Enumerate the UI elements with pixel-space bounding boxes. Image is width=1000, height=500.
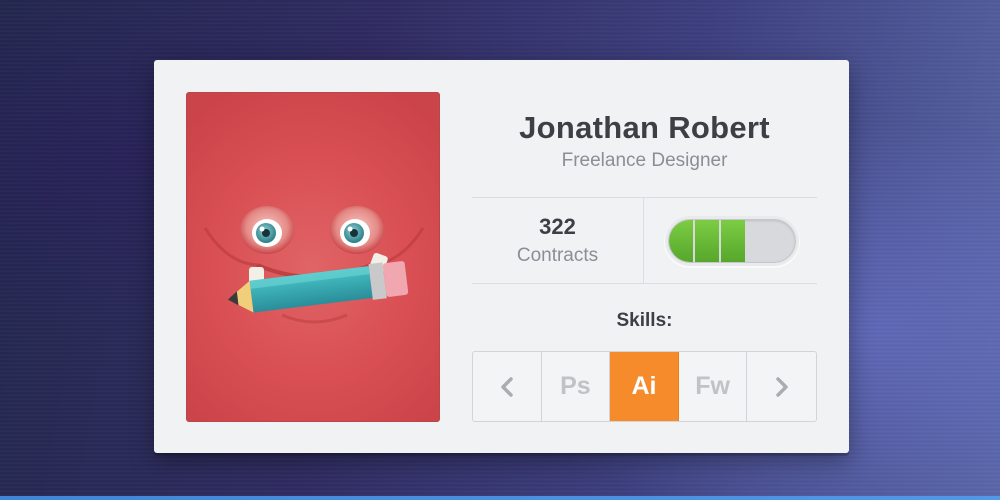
level-segment [694, 220, 721, 262]
skill-ai[interactable]: Ai [610, 352, 679, 421]
contracts-label: Contracts [516, 245, 599, 266]
avatar [186, 92, 440, 422]
level-meter [668, 219, 796, 263]
skill-fw[interactable]: Fw [679, 352, 748, 421]
level-meter-fill [669, 220, 745, 262]
skills-next-button[interactable] [747, 352, 816, 421]
level-segment [720, 220, 745, 262]
profile-role: Freelance Designer [561, 150, 728, 171]
bottom-strip [0, 496, 1000, 500]
skill-ps[interactable]: Ps [542, 352, 611, 421]
monster-face-illustration [203, 206, 425, 324]
skills-prev-button[interactable] [473, 352, 542, 421]
profile-card: Jonathan Robert Freelance Designer 322 C… [154, 60, 849, 453]
profile-name: Jonathan Robert [519, 110, 770, 145]
chevron-left-icon [501, 376, 513, 397]
contracts-stat: 322 Contracts [472, 214, 643, 267]
profile-details: Jonathan Robert Freelance Designer 322 C… [472, 92, 817, 422]
skills-title: Skills: [616, 310, 673, 331]
stats-divider [643, 198, 644, 284]
skills-carousel: Ps Ai Fw [472, 351, 817, 422]
chevron-right-icon [775, 376, 788, 397]
level-segment [669, 220, 695, 262]
stats-row: 322 Contracts [472, 197, 817, 284]
contracts-count: 322 [539, 214, 576, 239]
